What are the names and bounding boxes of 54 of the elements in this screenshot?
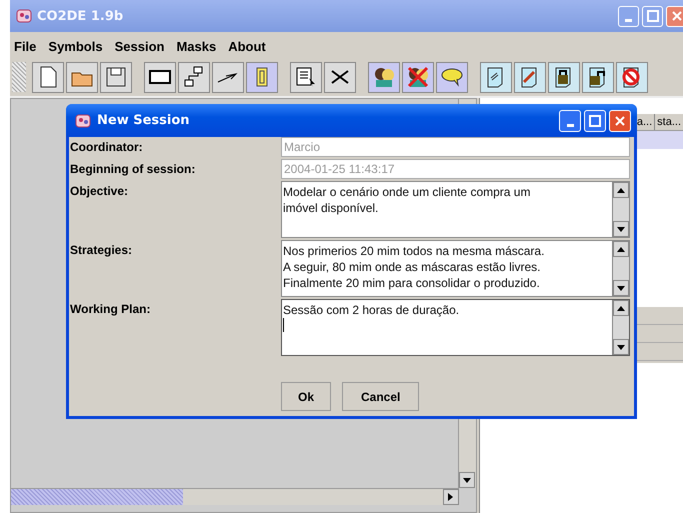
toolbar-button[interactable] (480, 62, 512, 92)
toolbar-button[interactable] (368, 62, 400, 92)
text-area[interactable]: Modelar o cenário onde um cliente compra um imóvel disponível. (281, 181, 630, 238)
field-label: Working Plan: (70, 301, 152, 318)
maximize-button[interactable] (584, 110, 606, 132)
toolbar-button[interactable] (436, 62, 468, 92)
toolbar-button[interactable] (290, 62, 322, 92)
menu-item[interactable]: About (228, 38, 266, 54)
people-crossed-icon (406, 65, 430, 89)
floppy-icon (104, 65, 128, 89)
dialog-button[interactable]: Ok (281, 382, 332, 411)
window-title: CO2DE 1.9b (37, 8, 124, 24)
toolbar-button[interactable] (616, 62, 648, 92)
field-label: Objective: (70, 183, 130, 200)
vertical-scrollbar[interactable] (612, 241, 629, 296)
toolbar-button[interactable] (144, 62, 176, 92)
toolbar-button[interactable] (32, 62, 64, 92)
app-icon (16, 8, 32, 24)
dialog-button[interactable]: Cancel (342, 382, 420, 411)
menu-item[interactable]: File (14, 38, 36, 54)
toolbar-button[interactable] (514, 62, 546, 92)
vertical-scrollbar[interactable] (612, 182, 629, 237)
toolbar-button[interactable] (582, 62, 614, 92)
toolbar-button[interactable] (212, 62, 244, 92)
field-label: Strategies: (70, 242, 134, 259)
toolbar-button[interactable] (324, 62, 356, 92)
maximize-icon (646, 10, 658, 22)
close-icon (670, 10, 682, 22)
vertical-scrollbar[interactable] (612, 300, 629, 355)
toolbar-button[interactable] (402, 62, 434, 92)
field-label: Beginning of session: (70, 161, 196, 178)
field-label: Coordinator: (70, 139, 144, 156)
close-button[interactable] (666, 6, 683, 26)
toolbar-button[interactable] (178, 62, 210, 92)
close-icon (614, 114, 626, 126)
minimize-icon (625, 18, 632, 22)
menu-item[interactable]: Session (114, 38, 164, 54)
toolbar-grip[interactable] (12, 62, 26, 92)
minimize-button[interactable] (559, 110, 581, 132)
text-area[interactable]: Nos primerios 20 mim todos na mesma máscara. A seguir, 80 mim onde as máscaras estão livres. Finalmente 20 mim para consolidar o produzido. (281, 240, 630, 297)
app-icon (75, 112, 91, 128)
toolbar-button[interactable] (100, 62, 132, 92)
close-button[interactable] (609, 110, 631, 132)
column-header[interactable]: sta... (654, 114, 683, 130)
menu-item[interactable]: Masks (176, 38, 216, 54)
people-icon (372, 65, 396, 89)
minimize-icon (566, 124, 574, 126)
text-area[interactable]: Sessão com 2 horas de duração. (281, 299, 630, 356)
toolbar-button[interactable] (548, 62, 580, 92)
menu-item[interactable]: Symbols (48, 38, 103, 54)
dialog-title: New Session (97, 113, 191, 128)
maximize-icon (589, 114, 601, 126)
toolbar-button[interactable] (66, 62, 98, 92)
horizontal-scrollbar[interactable] (11, 488, 459, 505)
